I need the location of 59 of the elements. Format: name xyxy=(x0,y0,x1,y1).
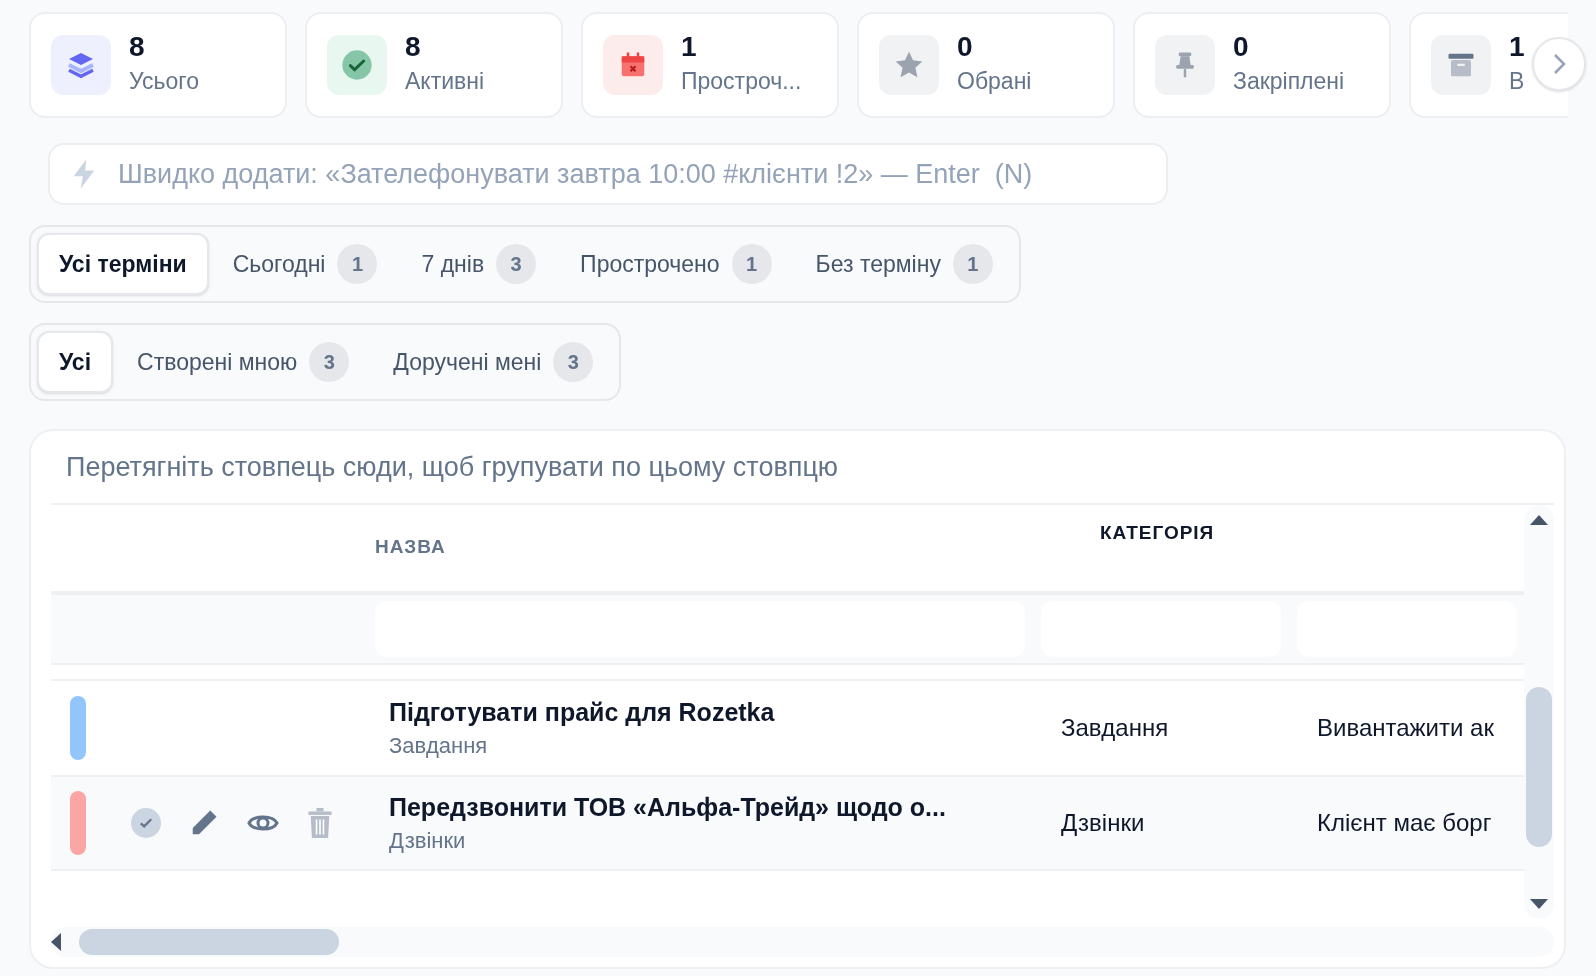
scroll-down-icon[interactable] xyxy=(1530,899,1548,909)
table-cell: Дзвінки xyxy=(1061,809,1145,836)
filter-tab[interactable]: Усі терміни xyxy=(37,233,209,295)
trash-icon[interactable] xyxy=(307,808,333,838)
count-badge: 3 xyxy=(496,244,537,284)
table-cell: Вивантажити ак xyxy=(1317,714,1494,741)
stat-value: 0 xyxy=(957,31,974,63)
column-header[interactable]: НАЗВА xyxy=(375,532,446,561)
stat-value: 8 xyxy=(129,31,146,63)
column-header[interactable]: КАТЕГОРІЯ xyxy=(1100,519,1215,548)
stat-label: Активні xyxy=(405,67,485,96)
stat-card[interactable]: 0 Закріплені xyxy=(1133,12,1391,118)
filter-tab[interactable]: Створені мною 3 xyxy=(117,331,370,393)
count-badge: 1 xyxy=(337,244,378,284)
task-title: Передзвонити ТОВ «Альфа-Трейд» щодо о... xyxy=(389,792,947,823)
count-badge: 3 xyxy=(309,342,350,382)
filter-tab[interactable]: Доручені мені 3 xyxy=(373,331,614,393)
filter-tab[interactable]: 7 днів 3 xyxy=(401,233,557,295)
table-cell: Клієнт має борг xyxy=(1317,809,1492,836)
table-cell: Завдання xyxy=(1061,714,1169,741)
filter-tab[interactable]: Прострочено 1 xyxy=(560,233,792,295)
complete-icon[interactable] xyxy=(131,808,161,838)
layers-icon xyxy=(51,35,111,95)
count-badge: 1 xyxy=(731,244,772,284)
task-title: Підготувати прайс для Rozetka xyxy=(389,697,776,728)
task-category: Завдання xyxy=(389,732,489,760)
stat-value: 1 xyxy=(1509,31,1525,63)
vertical-scrollbar[interactable] xyxy=(1524,505,1554,919)
filter-tab[interactable]: Усі xyxy=(37,331,114,393)
stat-card[interactable]: 1 Простроч... xyxy=(581,12,839,118)
stat-value: 8 xyxy=(405,31,422,63)
stat-label: Усього xyxy=(129,67,200,96)
group-by-hint: Перетягніть стовпець сюди, щоб групувати по цьому стовпцю xyxy=(66,450,839,484)
horizontal-scrollbar[interactable] xyxy=(51,927,1554,957)
quick-add-field[interactable]: Швидко додати: «Зателефонувати завтра 10:00 #клієнти !2» — Enter (N) xyxy=(48,143,1168,205)
stat-card[interactable]: 0 Обрані xyxy=(857,12,1115,118)
task-category: Дзвінки xyxy=(389,827,467,855)
scroll-left-icon[interactable] xyxy=(51,933,61,951)
scroll-thumb[interactable] xyxy=(79,929,339,955)
chevron-right-icon xyxy=(1551,52,1567,76)
scroll-thumb[interactable] xyxy=(1526,687,1552,847)
table-row[interactable]: Передзвонити ТОВ «Альфа-Трейд» щодо о... Дзвінки Дзвінки Клієнт має борг xyxy=(51,775,1524,871)
stat-label: Закріплені xyxy=(1233,67,1345,96)
stat-label: Простроч... xyxy=(681,67,802,96)
stat-card[interactable]: 8 Активні xyxy=(305,12,563,118)
stat-card[interactable]: 1 В xyxy=(1409,12,1568,118)
stat-value: 1 xyxy=(681,31,698,63)
filter-tab[interactable]: Сьогодні 1 xyxy=(212,233,398,295)
calendar-x-icon xyxy=(603,35,663,95)
stat-label: В xyxy=(1509,67,1525,96)
count-badge: 3 xyxy=(553,342,594,382)
stat-value: 0 xyxy=(1233,31,1250,63)
stat-label: Обрані xyxy=(957,67,1032,96)
archive-icon xyxy=(1431,35,1491,95)
scroll-up-icon[interactable] xyxy=(1530,515,1548,525)
filter-tab[interactable]: Без терміну 1 xyxy=(795,233,1013,295)
stat-card[interactable]: 8 Усього xyxy=(29,12,287,118)
count-badge: 1 xyxy=(952,244,993,284)
pin-icon xyxy=(1155,35,1215,95)
